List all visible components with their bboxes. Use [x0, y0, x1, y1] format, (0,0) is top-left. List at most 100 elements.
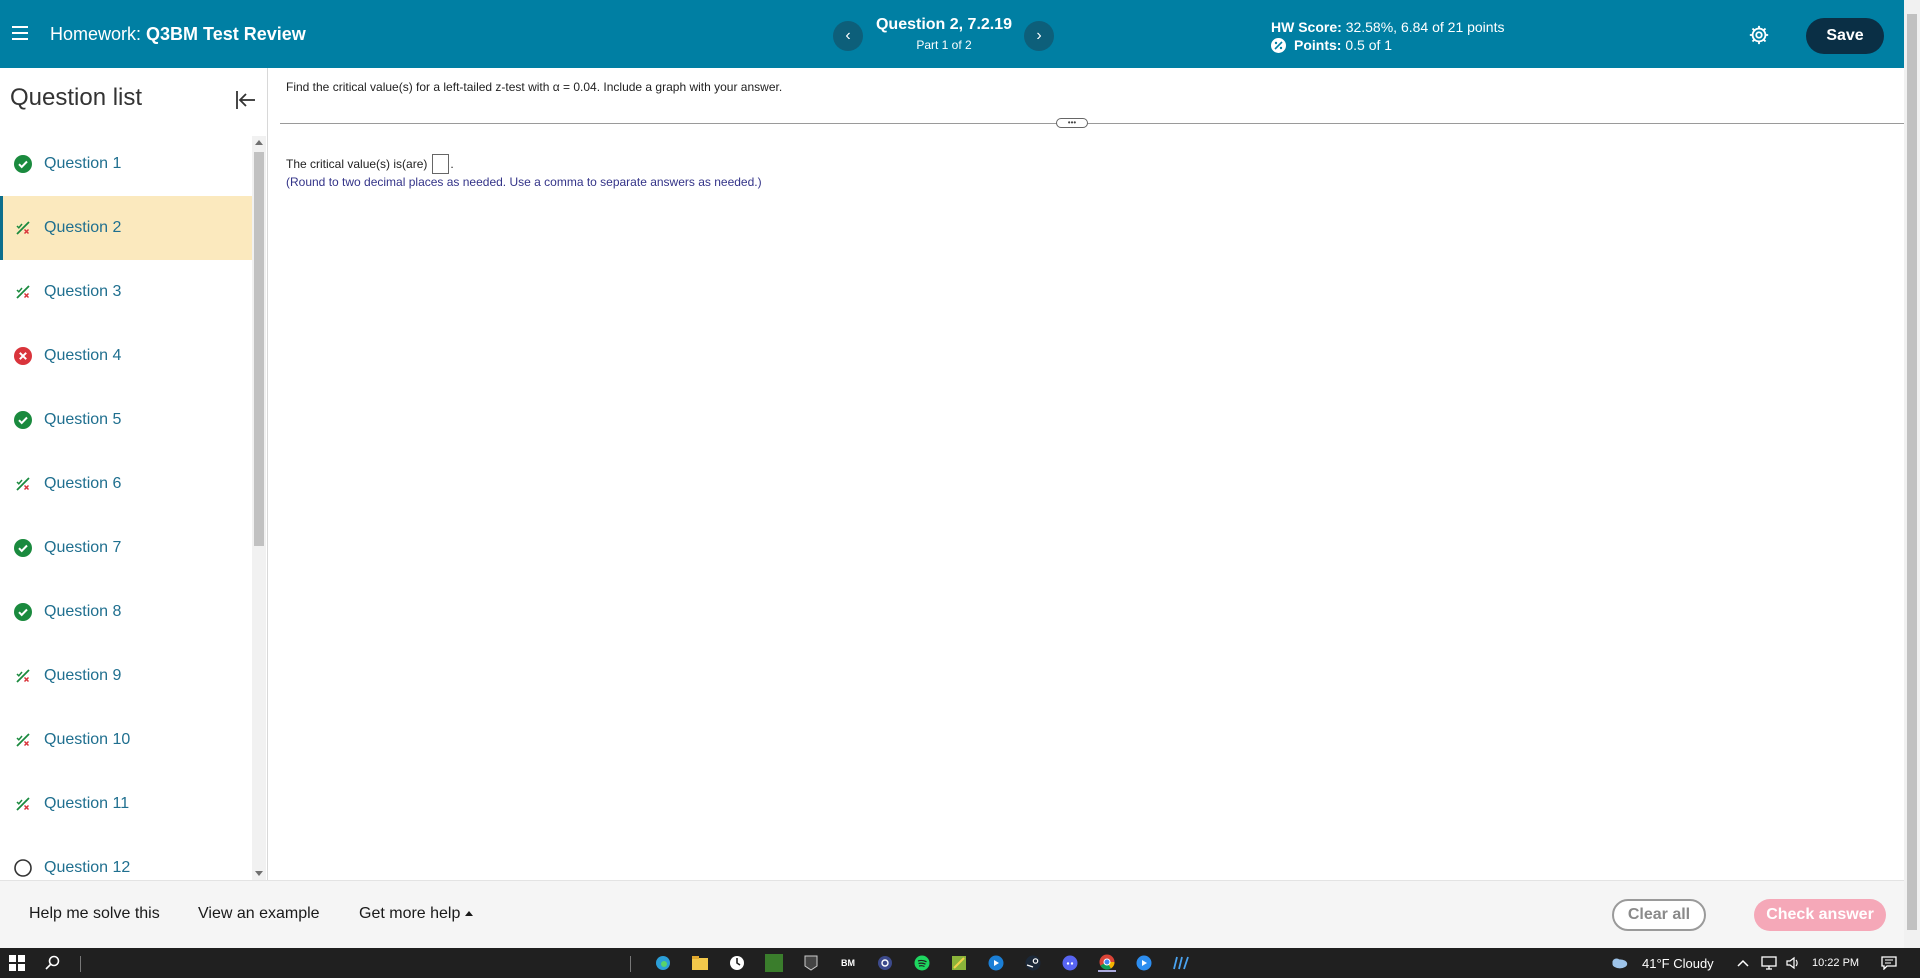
collapse-sidebar-icon[interactable]: [234, 88, 258, 112]
homework-title: Homework: Q3BM Test Review: [50, 24, 306, 45]
settings-app-icon[interactable]: [876, 954, 894, 972]
question-list-item[interactable]: Question 6: [0, 452, 252, 516]
spotify-icon[interactable]: [913, 954, 931, 972]
partial-credit-icon: [14, 795, 32, 813]
hw-score: HW Score: 32.58%, 6.84 of 21 points: [1271, 19, 1504, 35]
help-me-solve-this-button[interactable]: Help me solve this: [29, 905, 160, 923]
question-list-scrollbar[interactable]: [252, 136, 266, 880]
weather-text[interactable]: 41°F Cloudy: [1642, 956, 1714, 971]
window-scrollbar-thumb[interactable]: [1907, 14, 1917, 930]
scroll-up-arrow-icon[interactable]: [255, 140, 263, 145]
partial-credit-icon: [14, 475, 32, 493]
partial-credit-icon: [14, 283, 32, 301]
next-question-button[interactable]: ›: [1024, 21, 1054, 51]
check-answer-button[interactable]: Check answer: [1754, 899, 1886, 931]
homework-name: Q3BM Test Review: [146, 24, 306, 44]
question-list-item[interactable]: Question 1: [0, 132, 252, 196]
pane-splitter-handle[interactable]: •••: [1056, 118, 1088, 128]
question-list-item[interactable]: Question 8: [0, 580, 252, 644]
search-icon[interactable]: [44, 954, 62, 972]
question-list-item-label: Question 10: [44, 731, 131, 748]
question-list-item[interactable]: Question 4: [0, 324, 252, 388]
previous-question-button[interactable]: ‹: [833, 21, 863, 51]
question-list-item[interactable]: Question 11: [0, 772, 252, 836]
taskbar-separator: [630, 956, 631, 972]
window-scrollbar[interactable]: [1904, 0, 1920, 948]
bottom-toolbar: Help me solve this View an example Get m…: [0, 880, 1904, 948]
clock-app-icon[interactable]: [728, 954, 746, 972]
volume-icon[interactable]: [1784, 954, 1802, 972]
question-list-item[interactable]: Question 3: [0, 260, 252, 324]
app-logo-icon[interactable]: [1172, 954, 1190, 972]
scroll-down-arrow-icon[interactable]: [255, 871, 263, 876]
hw-score-label: HW Score:: [1271, 19, 1342, 35]
question-list-item[interactable]: Question 2: [0, 196, 252, 260]
notifications-icon[interactable]: [1880, 954, 1898, 972]
save-button[interactable]: Save: [1806, 18, 1884, 54]
hamburger-menu-icon[interactable]: [12, 22, 32, 46]
network-icon[interactable]: [1760, 954, 1778, 972]
gear-icon[interactable]: [1748, 24, 1770, 46]
clear-all-button[interactable]: Clear all: [1612, 899, 1706, 931]
steam-icon[interactable]: [1024, 954, 1042, 972]
question-list-item-label: Question 8: [44, 603, 122, 620]
question-list-item-label: Question 1: [44, 155, 122, 172]
bm-app-icon[interactable]: BM: [839, 954, 857, 972]
question-list-title: Question list: [10, 84, 143, 111]
green-app-icon[interactable]: [765, 954, 783, 972]
taskbar-separator: [80, 956, 81, 972]
question-list-item[interactable]: Question 10: [0, 708, 252, 772]
question-list: Question 1 Question 2 Question 3 Question 4…: [0, 132, 252, 880]
question-list-item[interactable]: Question 12: [0, 836, 252, 880]
cloudy-weather-icon[interactable]: [1610, 954, 1628, 972]
question-list-item-label: Question 3: [44, 283, 122, 300]
chrome-icon[interactable]: [1098, 954, 1116, 972]
question-list-item-label: Question 12: [44, 859, 131, 876]
view-an-example-button[interactable]: View an example: [198, 905, 320, 923]
get-more-help-button[interactable]: Get more help: [359, 905, 474, 923]
question-list-panel: Question list Question 1 Question 2 Questi…: [0, 68, 268, 880]
partial-credit-icon: [14, 667, 32, 685]
points-label: Points:: [1294, 37, 1342, 53]
partial-credit-icon: [14, 219, 32, 237]
question-text: Find the critical value(s) for a left-ta…: [286, 80, 783, 94]
windows-start-icon[interactable]: [8, 954, 26, 972]
check-circle-icon: [14, 603, 32, 621]
check-circle-icon: [14, 155, 32, 173]
chevron-right-icon: ›: [1036, 27, 1042, 44]
question-list-item[interactable]: Question 7: [0, 516, 252, 580]
question-list-item[interactable]: Question 9: [0, 644, 252, 708]
question-list-item-label: Question 2: [44, 219, 122, 236]
windows-taskbar: BM 41°F Cloudy 10:22 PM: [0, 948, 1920, 978]
chevron-up-icon[interactable]: [1734, 954, 1752, 972]
question-list-item-label: Question 5: [44, 411, 122, 428]
check-circle-icon: [14, 411, 32, 429]
top-header: Homework: Q3BM Test Review ‹ Question 2,…: [0, 0, 1904, 68]
file-explorer-icon[interactable]: [691, 954, 709, 972]
question-list-item[interactable]: Question 5: [0, 388, 252, 452]
caret-up-icon: [465, 911, 474, 917]
chevron-left-icon: ‹: [845, 27, 851, 44]
critical-value-input[interactable]: [432, 154, 450, 174]
partial-credit-icon: [1271, 37, 1286, 53]
x-circle-icon: [14, 347, 32, 365]
scrollbar-thumb[interactable]: [254, 152, 264, 546]
discord-icon[interactable]: [1061, 954, 1079, 972]
empty-circle-icon: [14, 859, 32, 877]
media-app-icon[interactable]: [1135, 954, 1153, 972]
question-list-item-label: Question 4: [44, 347, 122, 364]
partial-credit-icon: [14, 731, 32, 749]
edge-browser-icon[interactable]: [654, 954, 672, 972]
taskbar-clock[interactable]: 10:22 PM: [1812, 957, 1859, 969]
question-list-item-label: Question 7: [44, 539, 122, 556]
points-display: Points: 0.5 of 1: [1271, 37, 1392, 53]
question-list-item-label: Question 11: [44, 795, 130, 812]
answer-suffix: .: [450, 157, 454, 171]
answer-line: The critical value(s) is(are) .: [286, 154, 454, 174]
media-player-icon[interactable]: [987, 954, 1005, 972]
points-value: 0.5 of 1: [1345, 37, 1393, 53]
epic-games-icon[interactable]: [802, 954, 820, 972]
question-title: Question 2, 7.2.19: [875, 16, 1013, 33]
hw-score-value: 32.58%, 6.84 of 21 points: [1345, 19, 1505, 35]
map-app-icon[interactable]: [950, 954, 968, 972]
